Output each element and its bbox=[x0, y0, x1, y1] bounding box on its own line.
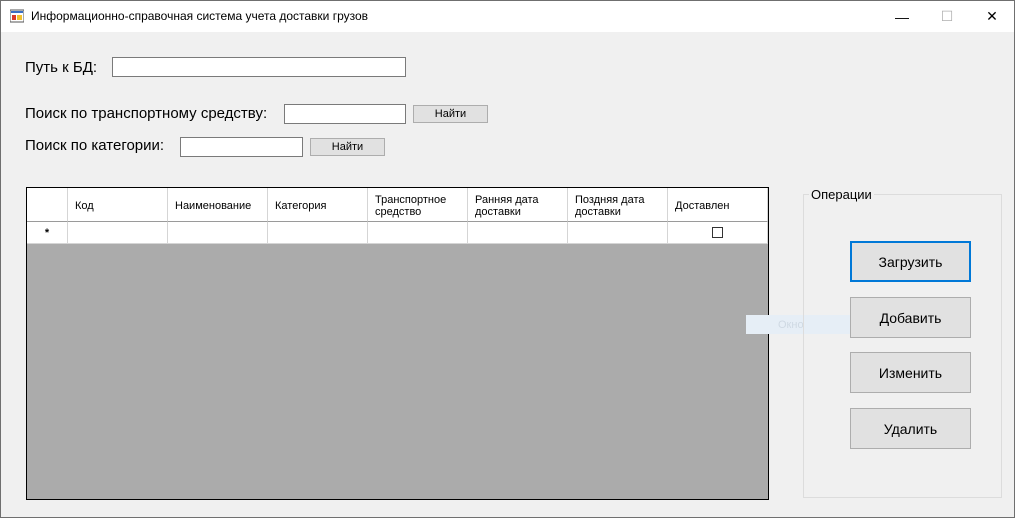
operations-caption: Операции bbox=[809, 187, 874, 202]
app-icon bbox=[10, 9, 24, 23]
column-header[interactable]: Категория bbox=[268, 188, 368, 222]
table-cell[interactable] bbox=[268, 222, 368, 244]
table-row[interactable]: * bbox=[27, 222, 768, 244]
search-vehicle-input[interactable] bbox=[284, 104, 406, 124]
column-header[interactable]: Код bbox=[68, 188, 168, 222]
search-category-input[interactable] bbox=[180, 137, 303, 157]
table-cell[interactable] bbox=[568, 222, 668, 244]
title-bar[interactable]: Информационно-справочная система учета д… bbox=[1, 1, 1014, 32]
search-category-button[interactable]: Найти bbox=[310, 138, 385, 156]
column-header[interactable]: Транспортное средство bbox=[368, 188, 468, 222]
load-button[interactable]: Загрузить bbox=[850, 241, 971, 282]
close-button[interactable]: ✕ bbox=[969, 1, 1015, 32]
db-path-input[interactable] bbox=[112, 57, 406, 77]
column-header[interactable]: Ранняя дата доставки bbox=[468, 188, 568, 222]
minimize-button[interactable]: — bbox=[879, 1, 925, 32]
search-vehicle-label: Поиск по транспортному средству: bbox=[25, 105, 268, 122]
db-path-label: Путь к БД: bbox=[25, 59, 98, 76]
row-header-corner bbox=[27, 188, 68, 222]
table-cell[interactable] bbox=[168, 222, 268, 244]
table-cell[interactable] bbox=[368, 222, 468, 244]
main-window: Информационно-справочная система учета д… bbox=[0, 0, 1015, 518]
delivered-cell[interactable] bbox=[668, 222, 768, 244]
delete-button[interactable]: Удалить bbox=[850, 408, 971, 449]
column-header[interactable]: Поздняя дата доставки bbox=[568, 188, 668, 222]
search-category-label: Поиск по категории: bbox=[25, 137, 165, 154]
table-cell[interactable] bbox=[68, 222, 168, 244]
grid-header: Код Наименование Категория Транспортное … bbox=[27, 188, 768, 222]
maximize-button[interactable]: ☐ bbox=[924, 1, 970, 32]
edit-button[interactable]: Изменить bbox=[850, 352, 971, 393]
column-header[interactable]: Наименование bbox=[168, 188, 268, 222]
add-button[interactable]: Добавить bbox=[850, 297, 971, 338]
data-grid[interactable]: Код Наименование Категория Транспортное … bbox=[26, 187, 769, 500]
operations-group bbox=[803, 194, 1002, 498]
table-cell[interactable] bbox=[468, 222, 568, 244]
delivered-checkbox[interactable] bbox=[712, 227, 723, 238]
new-row-marker: * bbox=[27, 222, 68, 244]
column-header[interactable]: Доставлен bbox=[668, 188, 768, 222]
window-title: Информационно-справочная система учета д… bbox=[31, 9, 369, 23]
search-vehicle-button[interactable]: Найти bbox=[413, 105, 488, 123]
